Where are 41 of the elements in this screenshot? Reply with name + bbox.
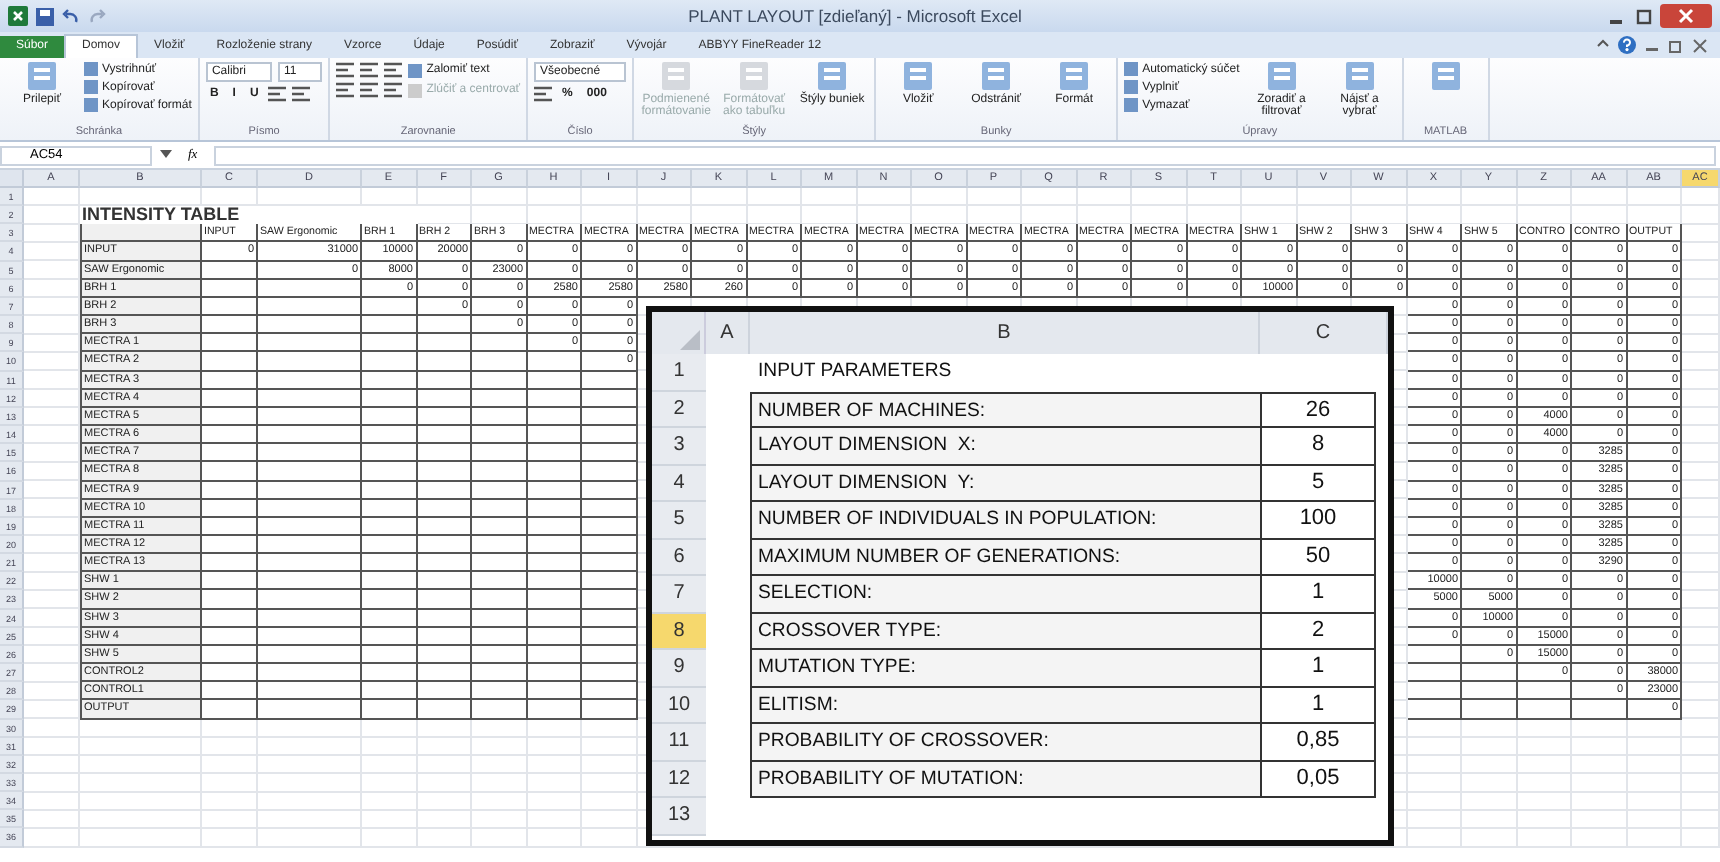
parameter-value[interactable]: 2 bbox=[1260, 613, 1376, 650]
parameter-label: CROSSOVER TYPE: bbox=[750, 613, 1260, 650]
row-number[interactable]: 9 bbox=[652, 650, 706, 687]
parameter-value[interactable]: 1 bbox=[1260, 576, 1376, 613]
row-number[interactable]: 12 bbox=[652, 761, 706, 798]
row-number[interactable]: 2 bbox=[652, 391, 706, 428]
table-title: INTENSITY TABLE bbox=[80, 206, 417, 225]
parameter-value[interactable]: 5 bbox=[1260, 465, 1376, 502]
parameter-value[interactable]: 8 bbox=[1260, 428, 1376, 465]
parameter-value[interactable]: 0,85 bbox=[1260, 724, 1376, 761]
parameter-label: LAYOUT DIMENSION Y: bbox=[750, 465, 1260, 502]
row-number[interactable]: 4 bbox=[652, 465, 706, 502]
parameter-label: SELECTION: bbox=[750, 576, 1260, 613]
parameter-label: PROBABILITY OF CROSSOVER: bbox=[750, 724, 1260, 761]
column-header[interactable]: B bbox=[750, 312, 1260, 354]
parameter-value[interactable]: 0,05 bbox=[1260, 761, 1376, 798]
row-number[interactable]: 1 bbox=[652, 354, 706, 391]
parameter-label: NUMBER OF MACHINES: bbox=[750, 391, 1260, 428]
row-number[interactable]: 6 bbox=[652, 539, 706, 576]
parameter-value[interactable]: 100 bbox=[1260, 502, 1376, 539]
window-title: PLANT LAYOUT [zdieľaný] - Microsoft Excel bbox=[686, 6, 1024, 26]
row-number[interactable]: 13 bbox=[652, 798, 706, 835]
parameter-value[interactable]: 1 bbox=[1260, 650, 1376, 687]
column-header[interactable]: A bbox=[706, 312, 750, 354]
parameter-value[interactable]: 50 bbox=[1260, 539, 1376, 576]
row-number[interactable]: 10 bbox=[652, 687, 706, 724]
parameter-label: LAYOUT DIMENSION X: bbox=[750, 428, 1260, 465]
parameter-value[interactable]: 1 bbox=[1260, 687, 1376, 724]
parameter-label: MUTATION TYPE: bbox=[750, 650, 1260, 687]
column-header[interactable]: C bbox=[1260, 312, 1388, 354]
parameter-value[interactable]: 26 bbox=[1260, 391, 1376, 428]
row-number[interactable]: 3 bbox=[652, 428, 706, 465]
row-number[interactable]: 8 bbox=[652, 613, 706, 650]
parameter-label: ELITISM: bbox=[750, 687, 1260, 724]
parameter-label: MAXIMUM NUMBER OF GENERATIONS: bbox=[750, 539, 1260, 576]
row-number[interactable]: 11 bbox=[652, 724, 706, 761]
parameter-label: NUMBER OF INDIVIDUALS IN POPULATION: bbox=[750, 502, 1260, 539]
row-number[interactable]: 7 bbox=[652, 576, 706, 613]
section-title: INPUT PARAMETERS bbox=[756, 358, 954, 386]
row-number[interactable]: 5 bbox=[652, 502, 706, 539]
parameter-label: PROBABILITY OF MUTATION: bbox=[750, 761, 1260, 798]
